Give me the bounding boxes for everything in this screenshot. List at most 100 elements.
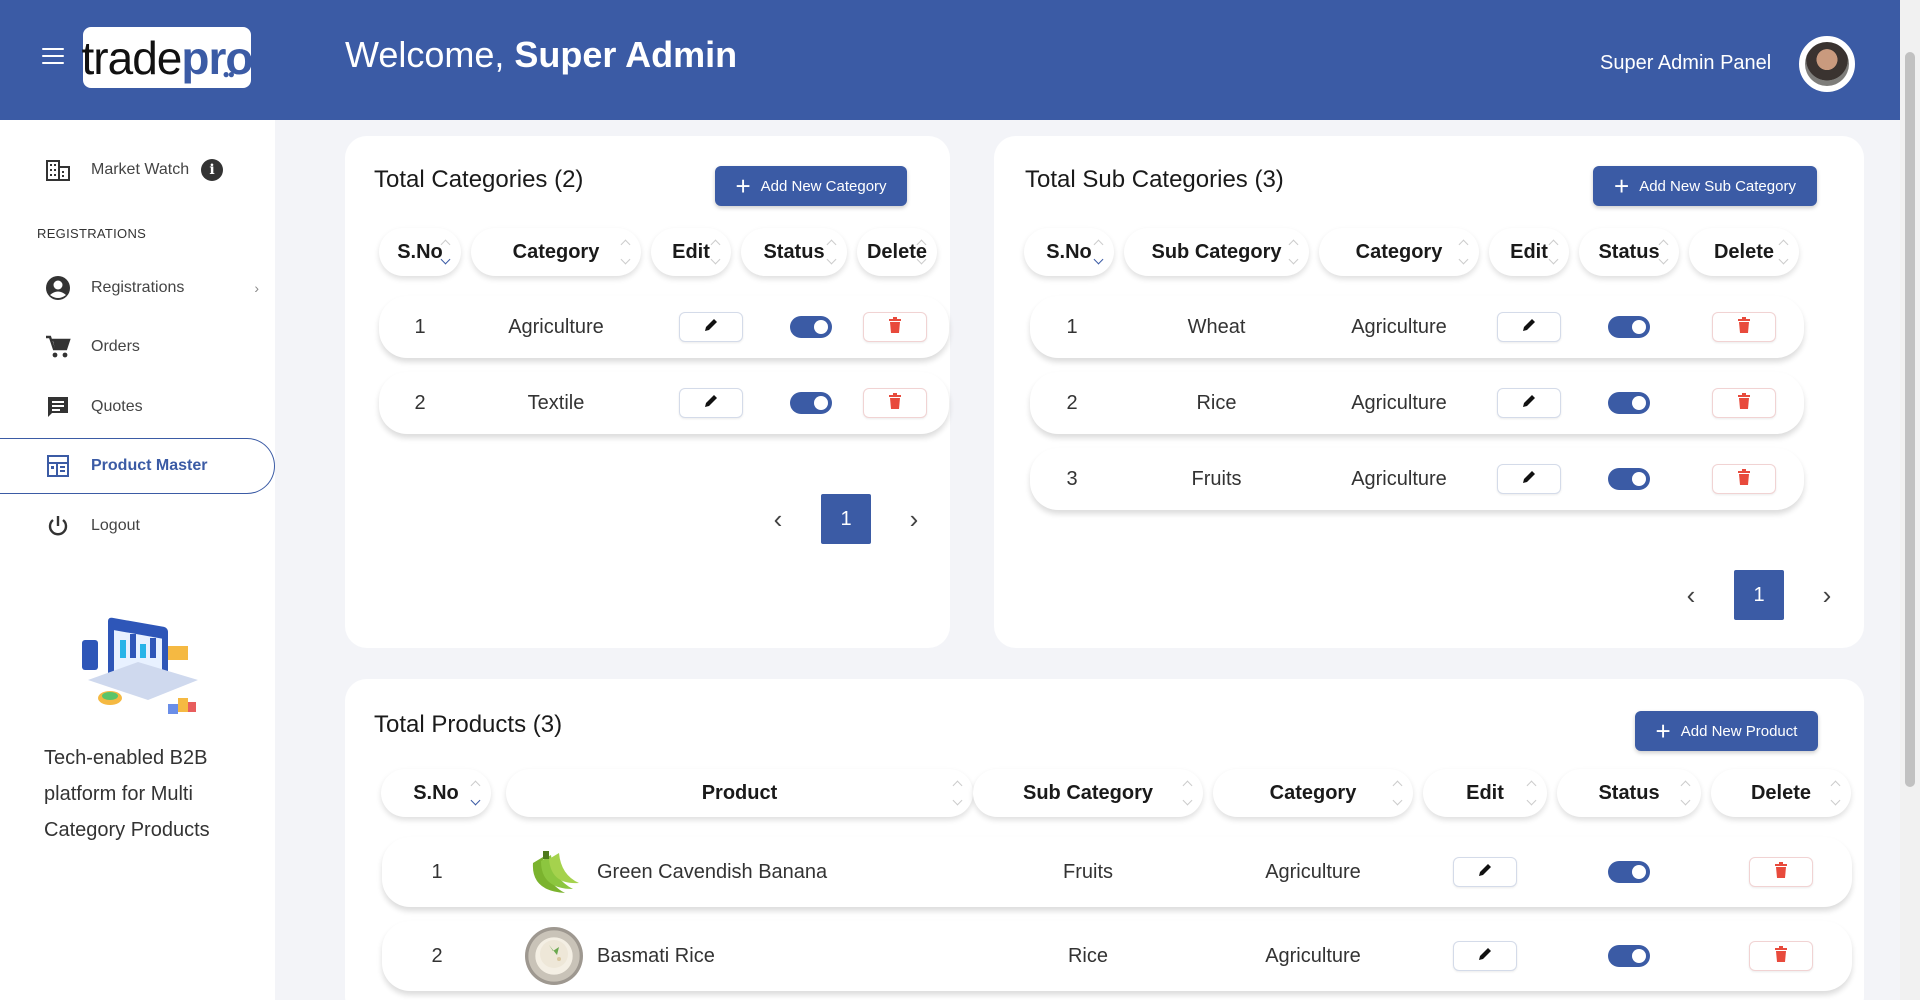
status-toggle[interactable]: [1608, 316, 1650, 338]
col-header-delete[interactable]: Delete: [1689, 228, 1799, 276]
products-card: Total Products (3) + Add New Product S.No…: [345, 679, 1864, 1000]
sidebar-item-orders[interactable]: Orders: [0, 319, 275, 375]
edit-button[interactable]: [1453, 941, 1517, 971]
sidebar-item-registrations[interactable]: Registrations ›: [0, 260, 275, 316]
sidebar-item-market-watch[interactable]: Market Watch i: [0, 142, 275, 198]
page-button[interactable]: 1: [821, 494, 871, 544]
sort-icon: [1289, 238, 1299, 266]
chevron-right-icon: ›: [254, 280, 260, 296]
col-header-category[interactable]: Category: [1213, 769, 1413, 817]
edit-button[interactable]: [1497, 464, 1561, 494]
col-header-delete[interactable]: Delete: [857, 228, 937, 276]
page-scrollbar[interactable]: [1900, 0, 1920, 1000]
page-button[interactable]: 1: [1734, 570, 1784, 620]
edit-button[interactable]: [679, 312, 743, 342]
col-header-status[interactable]: Status: [741, 228, 847, 276]
pencil-icon: [1477, 861, 1493, 884]
trash-icon: [1737, 392, 1751, 415]
platform-illustration: [68, 600, 208, 730]
tagline: Tech-enabled B2B platform for Multi Cate…: [44, 747, 210, 841]
col-header-sno[interactable]: S.No: [379, 228, 461, 276]
delete-button[interactable]: [1712, 312, 1776, 342]
status-toggle[interactable]: [1608, 945, 1650, 967]
delete-button[interactable]: [863, 312, 927, 342]
trash-icon: [1774, 861, 1788, 884]
pencil-icon: [1521, 468, 1537, 491]
sort-icon: [1183, 779, 1193, 807]
sort-icon: [1094, 238, 1104, 266]
edit-button[interactable]: [1497, 388, 1561, 418]
col-header-status[interactable]: Status: [1579, 228, 1679, 276]
col-header-product[interactable]: Product: [506, 769, 973, 817]
edit-button[interactable]: [1453, 857, 1517, 887]
sort-icon: [1527, 779, 1537, 807]
sort-icon: [711, 238, 721, 266]
panel-label: Super Admin Panel: [1600, 52, 1772, 74]
status-toggle[interactable]: [790, 392, 832, 414]
sort-icon: [917, 238, 927, 266]
table-row: 1 Wheat Agriculture: [1030, 296, 1804, 358]
col-header-edit[interactable]: Edit: [651, 228, 731, 276]
chevron-left-icon[interactable]: ‹: [1676, 570, 1706, 620]
subcategories-card: Total Sub Categories (3) + Add New Sub Ca…: [994, 136, 1864, 648]
edit-button[interactable]: [1497, 312, 1561, 342]
power-icon: [44, 512, 72, 540]
banana-thumbnail: [525, 843, 583, 901]
info-icon[interactable]: i: [201, 159, 224, 181]
edit-button[interactable]: [679, 388, 743, 418]
status-toggle[interactable]: [790, 316, 832, 338]
col-header-delete[interactable]: Delete: [1711, 769, 1851, 817]
col-header-subcategory[interactable]: Sub Category: [1124, 228, 1309, 276]
chevron-right-icon[interactable]: ›: [1812, 570, 1842, 620]
col-header-edit[interactable]: Edit: [1489, 228, 1569, 276]
sort-icon: [827, 238, 837, 266]
sidebar-item-quotes[interactable]: Quotes: [0, 379, 275, 435]
delete-button[interactable]: [863, 388, 927, 418]
col-header-status[interactable]: Status: [1557, 769, 1701, 817]
status-toggle[interactable]: [1608, 861, 1650, 883]
delete-button[interactable]: [1749, 941, 1813, 971]
delete-button[interactable]: [1712, 388, 1776, 418]
plus-icon: +: [1655, 716, 1671, 746]
col-header-sno[interactable]: S.No: [381, 769, 491, 817]
trash-icon: [1774, 945, 1788, 968]
sidebar-item-logout[interactable]: Logout: [0, 498, 275, 554]
status-toggle[interactable]: [1608, 392, 1650, 414]
menu-icon[interactable]: [42, 48, 64, 64]
table-row: 2 Textile: [379, 372, 949, 434]
col-header-sno[interactable]: S.No: [1024, 228, 1114, 276]
tradepro-logo[interactable]: trade pro ●●: [82, 27, 253, 88]
pencil-icon: [1521, 316, 1537, 339]
chevron-left-icon[interactable]: ‹: [763, 494, 793, 544]
subcategories-pagination: ‹ 1 ›: [1676, 570, 1842, 620]
sort-icon: [471, 779, 481, 807]
building-icon: [44, 156, 72, 184]
chevron-right-icon[interactable]: ›: [899, 494, 929, 544]
add-category-button[interactable]: + Add New Category: [715, 166, 907, 206]
section-label-registrations: REGISTRATIONS: [37, 226, 147, 241]
trash-icon: [1737, 468, 1751, 491]
status-toggle[interactable]: [1608, 468, 1650, 490]
categories-pagination: ‹ 1 ›: [763, 494, 929, 544]
pencil-icon: [1477, 945, 1493, 968]
subcategories-title: Total Sub Categories (3): [1025, 166, 1284, 193]
product-master-icon: [44, 452, 72, 480]
delete-button[interactable]: [1712, 464, 1776, 494]
trash-icon: [888, 392, 902, 415]
trash-icon: [1737, 316, 1751, 339]
delete-button[interactable]: [1749, 857, 1813, 887]
col-header-category[interactable]: Category: [1319, 228, 1479, 276]
sort-icon: [1393, 779, 1403, 807]
add-product-button[interactable]: + Add New Product: [1635, 711, 1818, 751]
sort-icon: [953, 779, 963, 807]
scrollbar-thumb[interactable]: [1905, 52, 1915, 787]
sidebar-item-product-master[interactable]: Product Master: [0, 438, 275, 494]
col-header-category[interactable]: Category: [471, 228, 641, 276]
col-header-edit[interactable]: Edit: [1423, 769, 1547, 817]
sort-icon: [1459, 238, 1469, 266]
avatar[interactable]: [1799, 36, 1855, 92]
sort-icon: [621, 238, 631, 266]
add-subcategory-button[interactable]: + Add New Sub Category: [1593, 166, 1817, 206]
sort-icon: [1549, 238, 1559, 266]
col-header-subcategory[interactable]: Sub Category: [973, 769, 1203, 817]
